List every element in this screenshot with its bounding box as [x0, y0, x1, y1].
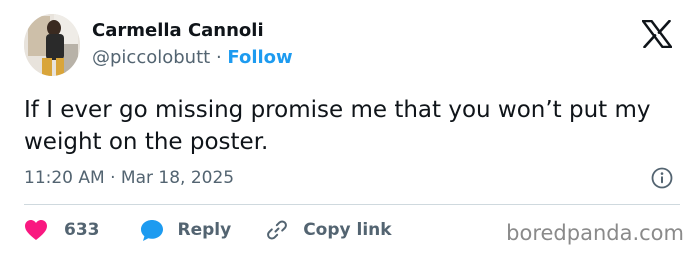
follow-link[interactable]: Follow — [227, 47, 292, 68]
author-block: Carmella Cannoli @piccolobutt · Follow — [92, 20, 293, 69]
x-logo-icon[interactable] — [641, 19, 673, 49]
tweet-card: Carmella Cannoli @piccolobutt · Follow I… — [0, 0, 700, 256]
action-bar: 633 Reply Copy link — [24, 217, 392, 243]
heart-icon — [24, 219, 48, 241]
like-count: 633 — [64, 220, 100, 240]
handle-separator: · — [215, 47, 222, 68]
info-icon[interactable] — [651, 167, 673, 189]
divider — [24, 204, 680, 205]
watermark: boredpanda.com — [506, 221, 684, 245]
speech-bubble-icon — [140, 219, 164, 242]
tweet-timestamp[interactable]: 11:20 AM · Mar 18, 2025 — [24, 167, 234, 189]
like-button[interactable]: 633 — [24, 219, 100, 241]
reply-label: Reply — [177, 220, 232, 240]
user-handle[interactable]: @piccolobutt — [92, 47, 210, 68]
copy-link-button[interactable]: Copy link — [265, 218, 392, 242]
copy-link-label: Copy link — [303, 220, 392, 240]
display-name[interactable]: Carmella Cannoli — [92, 20, 293, 42]
tweet-text: If I ever go missing promise me that you… — [24, 97, 651, 155]
handle-row: @piccolobutt · Follow — [92, 47, 293, 69]
reply-button[interactable]: Reply — [140, 219, 232, 242]
link-icon — [265, 218, 289, 242]
avatar[interactable] — [24, 14, 80, 76]
